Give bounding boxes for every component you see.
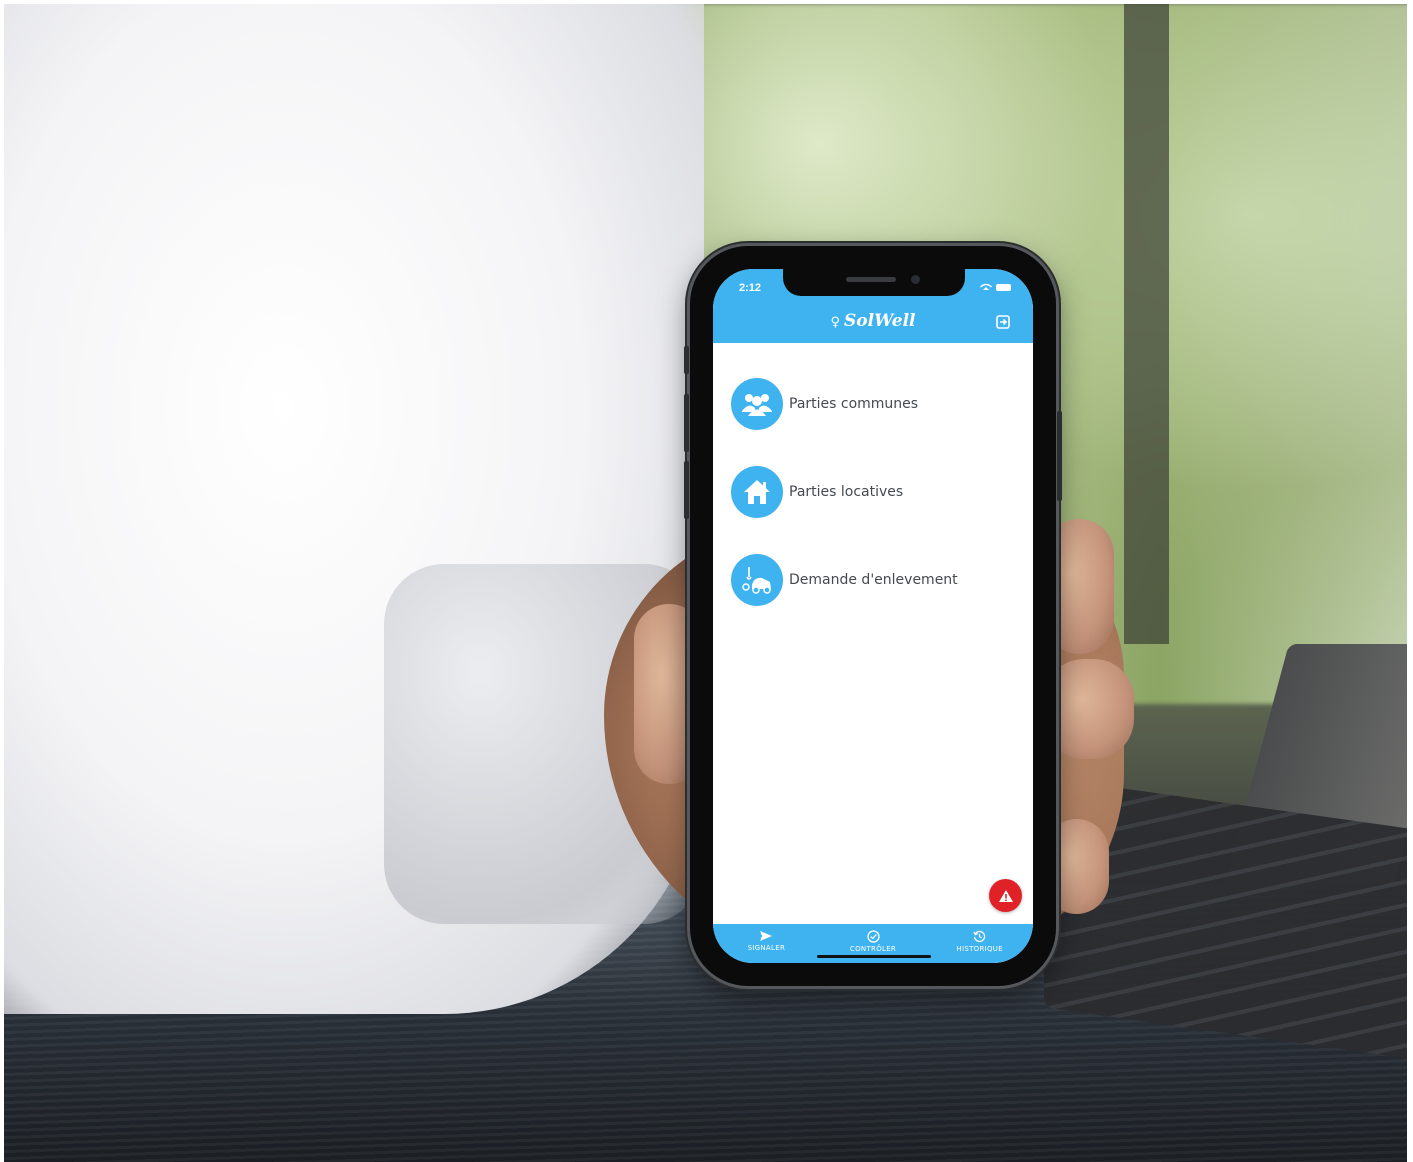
tab-signaler[interactable]: SIGNALER <box>713 924 820 963</box>
alert-button[interactable] <box>989 879 1022 912</box>
status-time: 2:12 <box>739 282 762 294</box>
people-group-icon <box>731 378 783 430</box>
warning-icon <box>998 889 1013 902</box>
menu-list: Parties communes Parties locatives Deman… <box>731 377 1021 641</box>
menu-item-parties-locatives[interactable]: Parties locatives <box>731 465 1021 519</box>
menu-item-demande-enlevement[interactable]: Demande d'enlevement <box>731 553 1021 607</box>
phone-volume-down <box>684 461 689 519</box>
app-logo: ♀ SolWell <box>713 311 1033 331</box>
logout-icon[interactable] <box>995 314 1011 330</box>
menu-item-parties-communes[interactable]: Parties communes <box>731 377 1021 431</box>
tow-truck-icon <box>731 554 783 606</box>
wifi-battery-icon <box>980 283 1011 291</box>
background-window-frame <box>1124 4 1169 644</box>
phone-power-button <box>1057 411 1062 501</box>
home-indicator[interactable] <box>817 955 931 958</box>
history-icon <box>973 930 986 943</box>
tab-label: CONTRÔLER <box>849 945 897 953</box>
phone-device: 2:12 ♀ SolWell Parties communes Parties … <box>684 246 1062 986</box>
brand-name: SolWell <box>844 311 916 331</box>
app-header: 2:12 ♀ SolWell <box>713 269 1033 343</box>
phone-volume-up <box>684 394 689 452</box>
menu-item-label: Parties locatives <box>789 484 904 500</box>
finger <box>1044 659 1134 759</box>
menu-item-label: Demande d'enlevement <box>789 572 958 588</box>
house-icon <box>731 466 783 518</box>
speaker-grille <box>846 277 896 282</box>
logo-mark-icon: ♀ <box>830 315 840 330</box>
app-screen: 2:12 ♀ SolWell Parties communes Parties … <box>713 269 1033 963</box>
tab-historique[interactable]: HISTORIQUE <box>926 924 1033 963</box>
tab-label: SIGNALER <box>747 944 786 952</box>
phone-silent-switch <box>684 346 689 374</box>
phone-notch <box>783 269 965 296</box>
tab-label: HISTORIQUE <box>956 945 1003 953</box>
front-camera <box>911 275 920 284</box>
check-circle-icon <box>866 930 880 943</box>
status-icons <box>979 282 1013 295</box>
send-icon <box>760 931 773 941</box>
menu-item-label: Parties communes <box>789 396 919 412</box>
